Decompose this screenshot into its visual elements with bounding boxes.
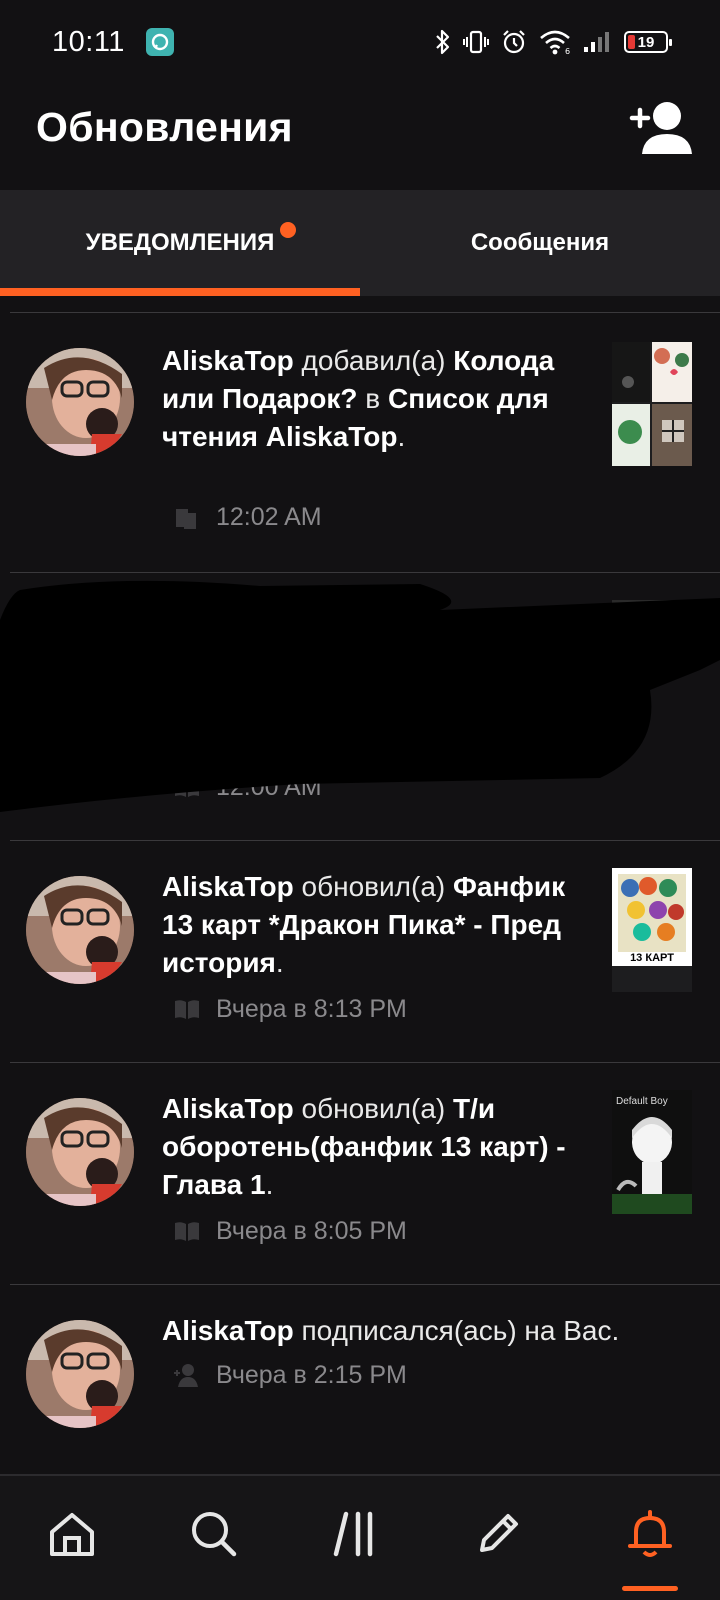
home-icon — [50, 1513, 94, 1556]
notification-action: обновил(а) — [293, 871, 454, 902]
username[interactable]: AliskaTop — [162, 871, 294, 902]
vibrate-icon — [463, 30, 489, 54]
notification-end: . — [275, 947, 284, 978]
wifi-icon: 6 — [540, 30, 570, 56]
nav-write[interactable] — [462, 1498, 534, 1570]
notification-meta: Вчера в 2:15 PM — [172, 1358, 407, 1392]
follow-icon — [174, 1364, 198, 1387]
tab-notifications-label: УВЕДОМЛЕНИЯ — [85, 229, 275, 256]
notification-meta: Вчера в 8:05 PM — [172, 1214, 407, 1248]
notification-action: добавил(а) — [293, 345, 454, 376]
tab-messages[interactable]: Сообщения — [360, 190, 720, 296]
divider — [10, 840, 720, 841]
nav-search[interactable] — [178, 1498, 250, 1570]
book-icon — [175, 1000, 199, 1019]
add-friend-button[interactable] — [622, 96, 694, 160]
notification-item-follow[interactable]: AliskaTop подписался(ась) на Вас. Вчера … — [0, 1286, 720, 1446]
notification-item-story-update[interactable]: AliskaTop обновил(а) Фанфик 13 карт *Дра… — [0, 842, 720, 1062]
alarm-icon — [503, 30, 525, 54]
unread-dot — [280, 222, 296, 238]
status-bar: 10:11 6 19 — [0, 0, 720, 84]
pencil-icon — [480, 1514, 518, 1552]
status-icons: 6 19 — [434, 26, 672, 58]
tab-notifications[interactable]: УВЕДОМЛЕНИЯ — [0, 190, 360, 296]
redaction-overlay — [0, 580, 720, 812]
status-time: 10:11 — [52, 26, 125, 58]
notification-text: AliskaTop обновил(а) Фанфик 13 карт *Дра… — [162, 868, 592, 982]
nav-home[interactable] — [36, 1498, 108, 1570]
notification-action: подписался(ась) на Вас. — [293, 1315, 620, 1346]
bottom-navigation — [0, 1474, 720, 1600]
story-thumbnail[interactable]: 13 КАРТ — [612, 868, 692, 992]
page-title: Обновления — [36, 104, 293, 150]
active-tab-indicator — [0, 288, 360, 296]
search-icon — [192, 1512, 237, 1557]
divider — [10, 312, 720, 313]
bell-icon — [628, 1510, 672, 1557]
book-icon — [175, 1222, 199, 1241]
thumbnail-caption: 13 КАРТ — [630, 952, 674, 964]
username[interactable]: AliskaTop — [162, 1315, 294, 1346]
tab-bar: УВЕДОМЛЕНИЯ Сообщения — [0, 190, 720, 296]
divider — [10, 1284, 720, 1285]
notification-text: AliskaTop подписался(ась) на Вас. — [162, 1312, 692, 1350]
library-icon — [333, 1511, 373, 1557]
notification-meta: Вчера в 8:13 PM — [172, 992, 407, 1026]
story-thumbnail[interactable]: Default Boy — [612, 1090, 692, 1214]
notification-time: Вчера в 8:05 PM — [216, 1216, 407, 1245]
notification-time: Вчера в 8:13 PM — [216, 994, 407, 1023]
notification-meta: 12:02 AM — [172, 500, 322, 534]
username[interactable]: AliskaTop — [162, 345, 294, 376]
notification-text: AliskaTop обновил(а) Т/и оборотень(фанфи… — [162, 1090, 592, 1204]
thumbnail-caption: Default Boy — [616, 1096, 668, 1107]
notification-item-reading-list[interactable]: AliskaTop добавил(а) Колода или Подарок?… — [0, 316, 720, 572]
reading-list-thumbnail[interactable] — [612, 342, 692, 466]
avatar[interactable] — [26, 1098, 134, 1206]
avatar[interactable] — [26, 876, 134, 984]
notification-end: . — [397, 421, 406, 452]
add-person-icon — [629, 102, 692, 154]
notification-time: Вчера в 2:15 PM — [216, 1360, 407, 1389]
nav-active-indicator — [622, 1586, 678, 1591]
nav-notifications[interactable] — [614, 1498, 686, 1570]
app-notification-icon — [146, 28, 174, 56]
notification-action: обновил(а) — [293, 1093, 454, 1124]
avatar[interactable] — [26, 1320, 134, 1428]
bluetooth-icon — [436, 29, 450, 55]
notification-time: 12:02 AM — [216, 502, 322, 531]
divider — [10, 572, 720, 573]
username[interactable]: AliskaTop — [162, 1093, 294, 1124]
reading-list-icon — [176, 509, 196, 529]
svg-text:6: 6 — [565, 47, 570, 56]
signal-icon — [584, 32, 609, 52]
avatar[interactable] — [26, 348, 134, 456]
battery-level-text: 19 — [637, 33, 655, 51]
tab-messages-label: Сообщения — [470, 229, 610, 256]
notification-text: AliskaTop добавил(а) Колода или Подарок?… — [162, 342, 592, 456]
notification-preposition: в — [357, 383, 388, 414]
nav-library[interactable] — [320, 1498, 392, 1570]
notification-end: . — [265, 1169, 274, 1200]
app-header: Обновления — [0, 84, 720, 190]
divider — [10, 1062, 720, 1063]
notification-item-story-update[interactable]: AliskaTop обновил(а) Т/и оборотень(фанфи… — [0, 1064, 720, 1284]
battery-icon: 19 — [624, 31, 672, 53]
